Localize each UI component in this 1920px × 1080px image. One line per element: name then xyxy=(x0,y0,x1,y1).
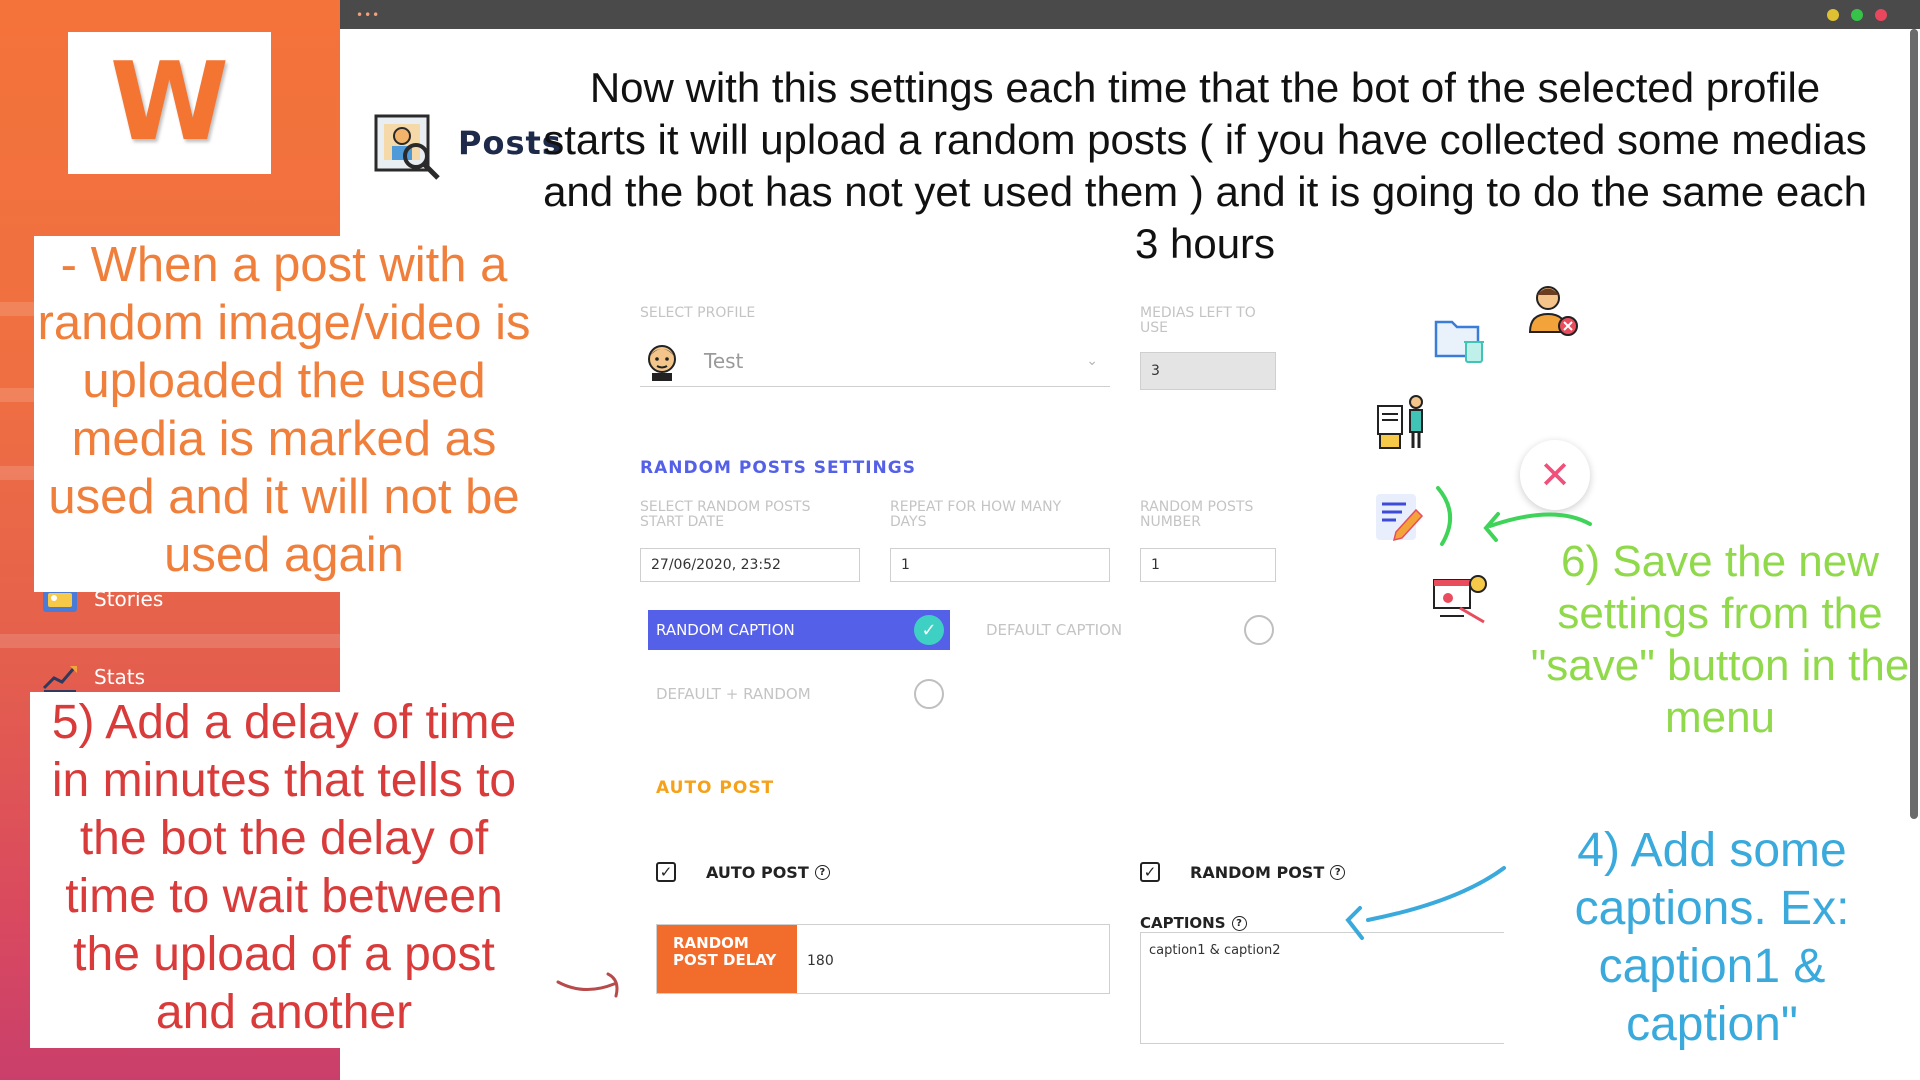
captions-textarea[interactable]: caption1 & caption2 xyxy=(1140,932,1504,1044)
auto-post-label-wrap: AUTO POST ? xyxy=(706,863,830,882)
stats-icon xyxy=(42,666,77,692)
random-caption-label: RANDOM CAPTION xyxy=(656,621,795,639)
user-remove-icon[interactable] xyxy=(1526,280,1582,338)
random-post-delay-field[interactable]: RANDOM POST DELAY 180 xyxy=(656,924,1110,994)
default-random-label: DEFAULT + RANDOM xyxy=(656,685,811,703)
logo-letter: W xyxy=(109,40,230,165)
presentation-idea-icon[interactable] xyxy=(1430,570,1492,626)
annotation-orange: - When a post with a random image/video … xyxy=(37,238,531,582)
posts-number-label: RANDOM POSTS NUMBER xyxy=(1140,499,1254,530)
random-post-label: RANDOM POST xyxy=(1190,862,1325,882)
profile-name: Test xyxy=(704,349,744,373)
default-caption-radio[interactable] xyxy=(1244,615,1274,645)
auto-post-toggle[interactable]: ✓ AUTO POST ? xyxy=(656,862,830,882)
repeat-days-label: REPEAT FOR HOW MANY DAYS xyxy=(890,499,1062,530)
delay-tag: RANDOM POST DELAY xyxy=(657,925,797,993)
random-post-toggle[interactable]: ✓ RANDOM POST ? xyxy=(1140,862,1346,882)
check-icon: ✓ xyxy=(914,615,944,645)
random-caption-option[interactable]: RANDOM CAPTION ✓ xyxy=(648,610,950,650)
delay-value[interactable]: 180 xyxy=(797,925,834,993)
sidebar-item-stats[interactable]: Stats xyxy=(40,660,145,694)
annotation-red: 5) Add a delay of time in minutes that t… xyxy=(51,696,517,1039)
default-random-radio[interactable] xyxy=(914,679,944,709)
blue-arrow-icon xyxy=(1345,866,1506,940)
chevron-down-icon[interactable]: ⌄ xyxy=(1086,352,1098,369)
random-posts-title: RANDOM POSTS SETTINGS xyxy=(640,458,916,478)
select-profile-label: SELECT PROFILE xyxy=(640,305,756,321)
help-icon[interactable]: ? xyxy=(1231,915,1247,931)
red-arrow-icon xyxy=(556,972,619,998)
close-window-button[interactable] xyxy=(1875,9,1887,21)
window-menu-dots[interactable]: ••• xyxy=(356,9,380,21)
auto-post-checkbox[interactable]: ✓ xyxy=(656,862,676,882)
edit-note-icon[interactable] xyxy=(1372,488,1430,546)
folder-trash-icon[interactable] xyxy=(1432,312,1490,368)
start-date-input[interactable]: 27/06/2020, 23:52 xyxy=(640,548,860,582)
start-date-label: SELECT RANDOM POSTS START DATE xyxy=(640,499,811,530)
document-person-icon[interactable] xyxy=(1374,392,1432,452)
help-icon[interactable]: ? xyxy=(814,864,830,880)
random-post-checkbox[interactable]: ✓ xyxy=(1140,862,1160,882)
minimize-button[interactable] xyxy=(1827,9,1839,21)
default-caption-option[interactable]: DEFAULT CAPTION xyxy=(978,610,1280,650)
auto-post-title: AUTO POST xyxy=(656,778,775,798)
maximize-button[interactable] xyxy=(1851,9,1863,21)
default-caption-label: DEFAULT CAPTION xyxy=(986,621,1123,639)
captions-label: CAPTIONS xyxy=(1140,914,1226,932)
sidebar-divider xyxy=(0,634,340,648)
sidebar-item-label: Stats xyxy=(94,665,146,689)
app-logo: W xyxy=(68,32,271,174)
auto-post-label: AUTO POST xyxy=(706,862,809,882)
green-arrow-icon xyxy=(1436,486,1592,546)
medias-left-label: MEDIAS LEFT TO USE xyxy=(1140,305,1256,336)
repeat-days-input[interactable]: 1 xyxy=(890,548,1110,582)
annotation-blue: 4) Add some captions. Ex: caption1 & cap… xyxy=(1574,824,1850,1051)
profile-select[interactable]: Test ⌄ xyxy=(640,336,1110,387)
annotation-top: Now with this settings each time that th… xyxy=(543,64,1867,267)
captions-label-wrap: CAPTIONS ? xyxy=(1140,914,1247,932)
medias-left-field: 3 xyxy=(1140,352,1276,390)
posts-number-input[interactable]: 1 xyxy=(1140,548,1276,582)
profile-avatar-icon xyxy=(648,345,676,381)
default-random-option[interactable]: DEFAULT + RANDOM xyxy=(648,674,950,714)
random-post-label-wrap: RANDOM POST ? xyxy=(1190,862,1346,882)
window-titlebar xyxy=(340,0,1920,29)
posts-icon xyxy=(374,114,440,180)
